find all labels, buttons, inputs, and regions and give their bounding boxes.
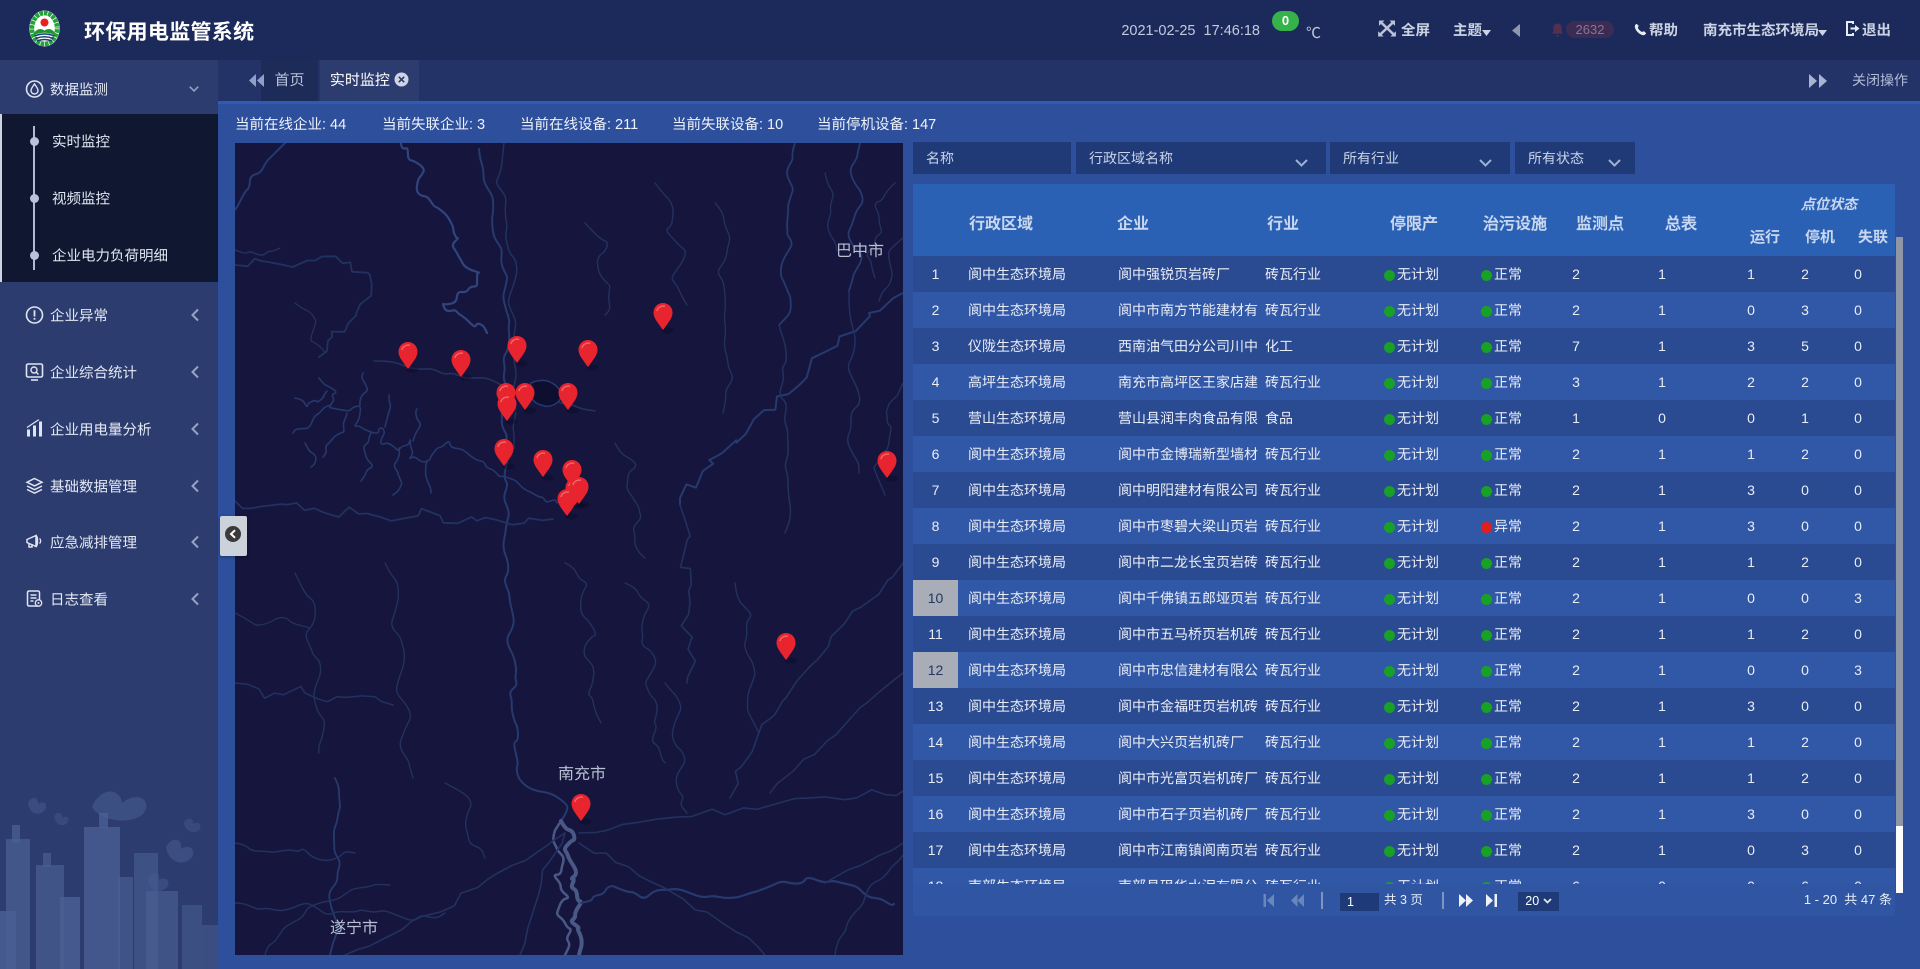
svg-text:南充市: 南充市 [558,765,606,783]
svg-text:巴中市: 巴中市 [836,242,884,260]
svg-text:遂宁市: 遂宁市 [330,919,378,937]
